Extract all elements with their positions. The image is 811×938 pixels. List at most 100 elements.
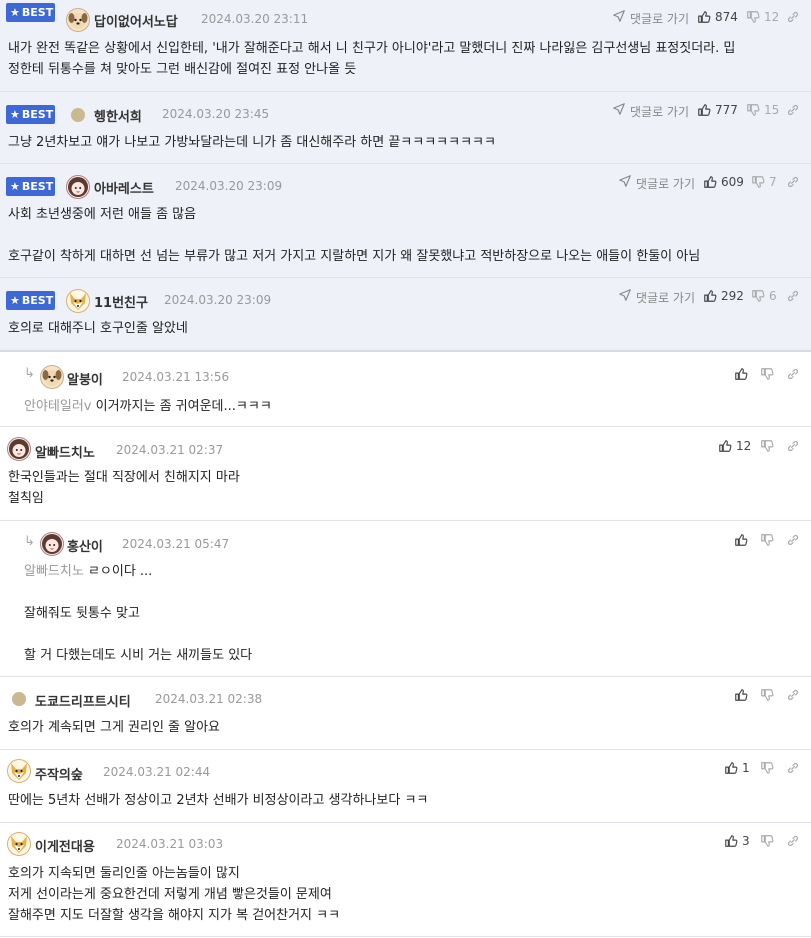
avatar[interactable] <box>66 289 90 313</box>
share-link-button[interactable] <box>786 289 804 303</box>
thumbs-up-icon <box>734 367 748 381</box>
comment-date: 2024.03.21 03:03 <box>116 837 224 851</box>
dislike-button[interactable] <box>760 688 778 702</box>
goto-comment-link[interactable]: 댓글로 가기 <box>618 174 695 192</box>
link-icon <box>786 10 800 24</box>
share-link-button[interactable] <box>786 367 804 381</box>
comment: 이게전대용 2024.03.21 03:03 3 호의가 지속되면 둘리인줄 아… <box>0 823 811 937</box>
avatar[interactable] <box>7 759 31 783</box>
like-button[interactable] <box>734 533 752 547</box>
best-comment: ★ BEST 헹한서희 2024.03.20 23:45 댓글로 가기 777 1… <box>0 92 811 164</box>
like-button[interactable]: 874 <box>697 10 738 24</box>
comment-date: 2024.03.21 05:47 <box>122 537 230 551</box>
thumbs-up-icon <box>734 688 748 702</box>
link-icon <box>786 533 800 547</box>
share-link-button[interactable] <box>786 103 804 117</box>
comment-author[interactable]: 홍산이 <box>67 536 103 555</box>
like-button[interactable]: 292 <box>703 289 744 303</box>
like-button[interactable]: 609 <box>703 175 744 189</box>
comment-author[interactable]: 알붕이 <box>67 369 103 388</box>
dislike-button[interactable]: 15 <box>746 103 779 117</box>
fox-icon <box>8 833 30 855</box>
thumbs-down-icon <box>760 834 774 848</box>
dislike-button[interactable] <box>760 761 778 775</box>
star-icon: ★ <box>10 294 20 307</box>
comment-date: 2024.03.20 23:45 <box>162 107 270 121</box>
dislike-button[interactable] <box>760 834 778 848</box>
best-comment: ★ BEST 아바레스트 2024.03.20 23:09 댓글로 가기 609 … <box>0 164 811 278</box>
comment-author[interactable]: 이게전대용 <box>35 836 95 855</box>
share-link-button[interactable] <box>786 761 804 775</box>
like-button[interactable] <box>734 367 752 381</box>
dislike-button[interactable]: 12 <box>746 10 779 24</box>
comment-author[interactable]: 답이없어서노답 <box>94 11 178 30</box>
avatar[interactable] <box>71 108 85 122</box>
avatar[interactable] <box>7 832 31 856</box>
reply-arrow-icon: ↳ <box>24 534 35 549</box>
star-icon: ★ <box>10 6 20 19</box>
dislike-button[interactable] <box>760 533 778 547</box>
goto-comment-link[interactable]: 댓글로 가기 <box>612 102 689 120</box>
dislike-button[interactable] <box>760 367 778 381</box>
avatar[interactable] <box>66 175 90 199</box>
comment-text: 안야테일러v 이거까지는 좀 귀여운데...ㅋㅋㅋ <box>24 399 272 414</box>
star-icon: ★ <box>10 108 20 121</box>
girl-icon <box>41 533 63 555</box>
dislike-button[interactable]: 7 <box>751 175 777 189</box>
share-link-button[interactable] <box>786 439 804 453</box>
avatar[interactable] <box>40 365 64 389</box>
avatar[interactable] <box>12 692 26 706</box>
share-link-button[interactable] <box>786 533 804 547</box>
comment-date: 2024.03.21 02:37 <box>116 443 224 457</box>
comment-text: 그냥 2년차보고 얘가 나보고 가방놔달라는데 니가 좀 대신해주라 하면 끝ㅋ… <box>8 135 496 150</box>
best-comment: ★ BEST 답이없어서노답 2024.03.20 23:11 댓글로 가기 87… <box>0 0 811 92</box>
send-icon <box>618 174 632 188</box>
best-badge: ★ BEST <box>6 291 55 310</box>
thumbs-down-icon <box>760 761 774 775</box>
comment-text: 호의가 계속되면 그게 권리인 줄 알아요 <box>8 720 221 735</box>
link-icon <box>786 175 800 189</box>
share-link-button[interactable] <box>786 834 804 848</box>
reply-comment: ↳ 홍산이 2024.03.21 05:47 알빠드치노 ㄹㅇ이다 ... 잘해… <box>0 521 811 677</box>
like-button[interactable]: 777 <box>697 103 738 117</box>
comment-text: 호의가 지속되면 둘리인줄 아는놈들이 많지 저게 선이라는게 중요한건데 저렇… <box>8 866 341 923</box>
best-comment: ★ BEST 11번친구 2024.03.20 23:09 댓글로 가기 292 … <box>0 278 811 352</box>
comment-author[interactable]: 헹한서희 <box>94 106 142 125</box>
share-link-button[interactable] <box>786 688 804 702</box>
avatar[interactable] <box>66 8 90 32</box>
comment-text: 알빠드치노 ㄹㅇ이다 ... 잘해줘도 뒷통수 맞고 할 거 다했는데도 시비 … <box>24 564 253 663</box>
quoted-user[interactable]: 알빠드치노 <box>24 564 84 579</box>
comment-author[interactable]: 아바레스트 <box>94 178 154 197</box>
share-link-button[interactable] <box>786 175 804 189</box>
avatar[interactable] <box>40 532 64 556</box>
dislike-button[interactable]: 6 <box>751 289 777 303</box>
send-icon <box>612 102 626 116</box>
thumbs-down-icon <box>760 533 774 547</box>
thumbs-up-icon <box>703 175 717 189</box>
dislike-button[interactable] <box>760 439 778 453</box>
girl-icon <box>67 176 89 198</box>
send-icon <box>618 288 632 302</box>
comment-text: 호의로 대해주니 호구인줄 알았네 <box>8 321 188 336</box>
goto-comment-link[interactable]: 댓글로 가기 <box>612 9 689 27</box>
thumbs-up-icon <box>724 761 738 775</box>
like-button[interactable] <box>734 688 752 702</box>
like-button[interactable]: 1 <box>724 761 750 775</box>
quoted-user[interactable]: 안야테일러v <box>24 399 92 414</box>
like-button[interactable]: 12 <box>718 439 751 453</box>
link-icon <box>786 367 800 381</box>
thumbs-up-icon <box>724 834 738 848</box>
comment-date: 2024.03.20 23:09 <box>164 293 272 307</box>
like-button[interactable]: 3 <box>724 834 750 848</box>
comment-author[interactable]: 알빠드치노 <box>35 442 95 461</box>
avatar[interactable] <box>7 437 31 461</box>
comment-author[interactable]: 도쿄드리프트시티 <box>35 691 131 710</box>
comment-text: 내가 완전 똑같은 상황에서 신입한테, '내가 잘해준다고 해서 니 친구가 … <box>8 41 736 77</box>
share-link-button[interactable] <box>786 10 804 24</box>
best-badge: ★ BEST <box>6 177 55 196</box>
thumbs-down-icon <box>760 439 774 453</box>
comment-date: 2024.03.20 23:11 <box>201 12 309 26</box>
comment-author[interactable]: 11번친구 <box>94 292 148 311</box>
comment-author[interactable]: 주작의숲 <box>35 764 83 783</box>
goto-comment-link[interactable]: 댓글로 가기 <box>618 288 695 306</box>
